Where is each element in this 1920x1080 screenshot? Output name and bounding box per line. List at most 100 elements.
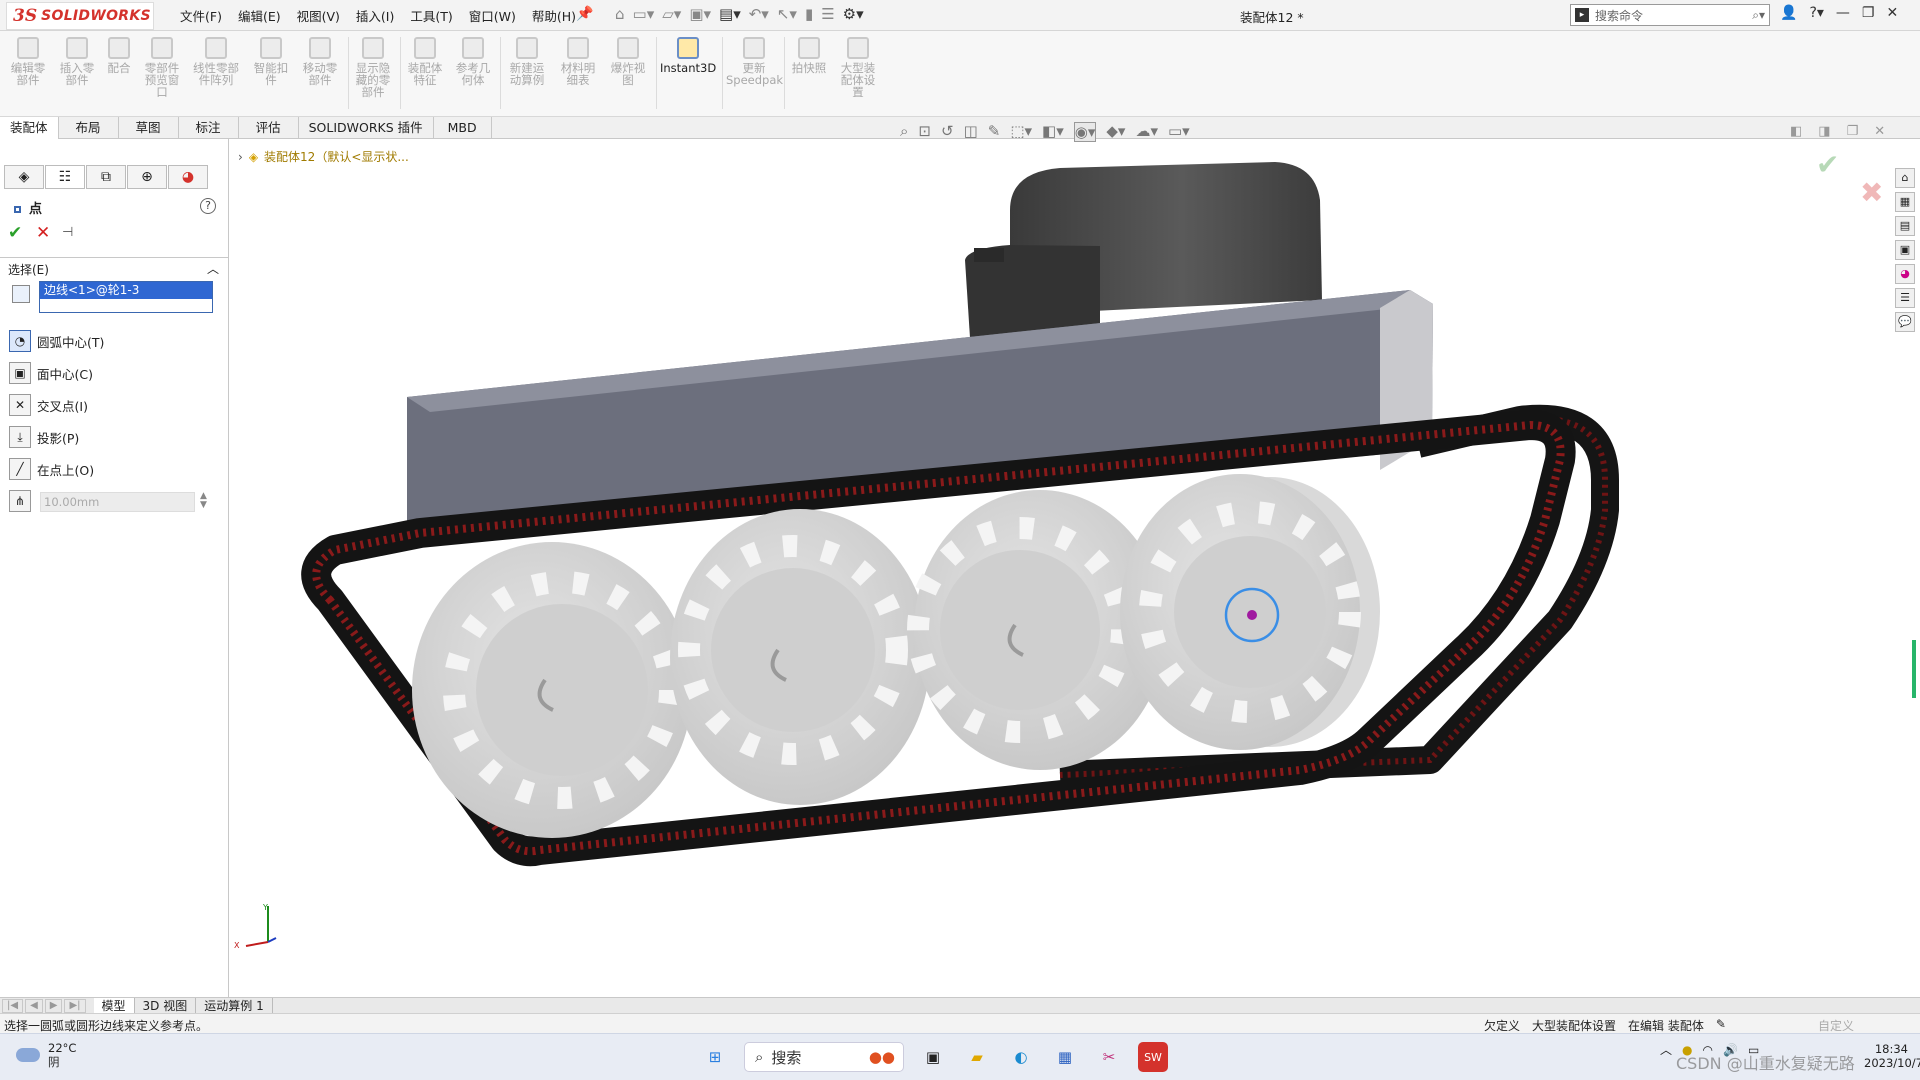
- last-tab-nav-icon[interactable]: ▶|: [64, 998, 86, 1013]
- property-manager-tab-icon[interactable]: ☷: [45, 165, 85, 189]
- print-icon[interactable]: ▤▾: [719, 5, 741, 23]
- design-library-icon[interactable]: ▦: [1895, 192, 1915, 212]
- user-icon[interactable]: 👤: [1780, 5, 1797, 21]
- maximize-pane-icon[interactable]: ❐: [1847, 124, 1859, 139]
- new-motion-study-button[interactable]: 新建运 动算例: [504, 37, 550, 86]
- solidworks-taskbar-icon[interactable]: SW: [1138, 1042, 1168, 1072]
- ok-check-icon[interactable]: ✔: [8, 223, 22, 243]
- tab-evaluate[interactable]: 评估: [239, 117, 299, 139]
- close-icon[interactable]: ✕: [1886, 5, 1898, 21]
- mate-button[interactable]: 配合: [103, 37, 135, 74]
- expand-arrow-icon[interactable]: ›: [238, 150, 243, 164]
- move-component-button[interactable]: 移动零 部件: [298, 37, 342, 86]
- distance-spinner-icon[interactable]: ▲ ▼: [200, 492, 207, 510]
- appearances-icon[interactable]: ◕: [1895, 264, 1915, 284]
- feature-tree-flyout[interactable]: › ◈ 装配体12（默认<显示状...: [238, 148, 409, 165]
- tab-model[interactable]: 模型: [93, 997, 135, 1014]
- take-snapshot-button[interactable]: 拍快照: [788, 37, 830, 74]
- help-icon[interactable]: ?: [200, 198, 216, 214]
- open-file-icon[interactable]: ▱▾: [662, 5, 681, 23]
- view-palette-icon[interactable]: ▣: [1895, 240, 1915, 260]
- display-style-icon[interactable]: ◧▾: [1042, 122, 1064, 142]
- snipping-tool-icon[interactable]: ✂: [1094, 1042, 1124, 1072]
- road-wheel-1[interactable]: [412, 542, 692, 838]
- previous-view-icon[interactable]: ↺: [941, 122, 954, 142]
- file-explorer-icon[interactable]: ▤: [1895, 216, 1915, 236]
- keep-visible-pin-icon[interactable]: ⊣: [62, 225, 73, 240]
- rebuild-icon[interactable]: ▮: [805, 5, 813, 23]
- pin-menu-icon[interactable]: 📌: [576, 6, 593, 22]
- search-icon[interactable]: ⌕▾: [1752, 8, 1765, 23]
- insert-component-button[interactable]: 插入零 部件: [55, 37, 99, 86]
- reference-geometry-button[interactable]: 参考几 何体: [452, 37, 494, 86]
- view-scroll-indicator[interactable]: [1912, 640, 1916, 698]
- display-manager-tab-icon[interactable]: ◕: [168, 165, 208, 189]
- instant3d-button[interactable]: Instant3D: [660, 37, 716, 74]
- apply-scene-icon[interactable]: ☁▾: [1135, 122, 1158, 142]
- reference-selection-box[interactable]: 边线<1>@轮1-3: [39, 281, 213, 313]
- configuration-manager-tab-icon[interactable]: ⧉: [86, 165, 126, 189]
- split-pane-icon[interactable]: ◨: [1818, 124, 1830, 139]
- edit-appearance-icon[interactable]: ◆▾: [1106, 122, 1125, 142]
- edge-browser-icon[interactable]: ◐: [1006, 1042, 1036, 1072]
- view-settings-icon[interactable]: ▭▾: [1168, 122, 1190, 142]
- arc-center-option[interactable]: ◔ 圆弧中心(T): [9, 330, 104, 352]
- edit-component-button[interactable]: 编辑零 部件: [8, 37, 48, 86]
- undo-icon[interactable]: ↶▾: [749, 5, 769, 23]
- feature-manager-tab-icon[interactable]: ◈: [4, 165, 44, 189]
- select-icon[interactable]: ↖▾: [777, 5, 797, 23]
- restore-pane-icon[interactable]: ◧: [1790, 124, 1802, 139]
- system-clock[interactable]: 18:34 2023/10/7: [1864, 1042, 1920, 1070]
- projection-option[interactable]: ⤓ 投影(P): [9, 426, 79, 448]
- next-tab-nav-icon[interactable]: ▶: [44, 998, 63, 1013]
- tank-assembly-model[interactable]: Y X: [230, 139, 1920, 997]
- on-point-option[interactable]: ╱ 在点上(O): [9, 458, 94, 480]
- distance-input[interactable]: 10.00mm: [40, 492, 195, 512]
- update-speedpak-button[interactable]: 更新 Speedpak: [726, 37, 783, 86]
- intersection-option[interactable]: ✕ 交叉点(I): [9, 394, 88, 416]
- selection-group-header[interactable]: 选择(E) ︿: [0, 257, 229, 277]
- menu-edit[interactable]: 编辑(E): [238, 6, 281, 25]
- restore-icon[interactable]: ❐: [1862, 5, 1875, 21]
- component-preview-button[interactable]: 零部件 预览窗 口: [140, 37, 184, 98]
- weather-widget[interactable]: 22°C 阴: [16, 1041, 76, 1069]
- large-assembly-settings-status[interactable]: 大型装配体设置: [1532, 1017, 1616, 1034]
- large-assembly-settings-button[interactable]: 大型装 配体设 置: [834, 37, 882, 98]
- close-pane-icon[interactable]: ✕: [1874, 124, 1885, 139]
- tab-layout[interactable]: 布局: [59, 117, 119, 139]
- view-orientation-icon[interactable]: ⬚▾: [1010, 122, 1032, 142]
- bill-of-materials-button[interactable]: 材料明 细表: [556, 37, 600, 86]
- zoom-to-area-icon[interactable]: ⊡: [918, 122, 931, 142]
- taskbar-search-box[interactable]: ⌕ 搜索 ●●: [744, 1042, 904, 1072]
- cancel-x-icon[interactable]: ✕: [36, 223, 50, 243]
- tab-motion-study-1[interactable]: 运动算例 1: [196, 997, 273, 1014]
- search-commands-input[interactable]: ▸ 搜索命令 ⌕▾: [1570, 4, 1770, 26]
- zoom-to-fit-icon[interactable]: ⌕: [900, 122, 908, 142]
- menu-insert[interactable]: 插入(I): [356, 6, 394, 25]
- exploded-view-button[interactable]: 爆炸视 图: [606, 37, 650, 86]
- linear-pattern-button[interactable]: 线性零部 件阵列: [188, 37, 244, 86]
- custom-properties-icon[interactable]: ☰: [1895, 288, 1915, 308]
- confirm-ok-check-icon[interactable]: ✔: [1816, 148, 1839, 181]
- tab-3d-view[interactable]: 3D 视图: [135, 997, 197, 1014]
- minimize-icon[interactable]: —: [1836, 5, 1850, 21]
- tab-solidworks-addins[interactable]: SOLIDWORKS 插件: [299, 117, 434, 139]
- forum-icon[interactable]: 💬: [1895, 312, 1915, 332]
- tab-markup[interactable]: 标注: [179, 117, 239, 139]
- menu-view[interactable]: 视图(V): [297, 6, 340, 25]
- save-icon[interactable]: ▣▾: [689, 5, 711, 23]
- file-explorer-app-icon[interactable]: ▰: [962, 1042, 992, 1072]
- help-icon[interactable]: ?▾: [1809, 5, 1823, 21]
- rebuild-indicator-icon[interactable]: ✎: [1716, 1017, 1726, 1034]
- windows-start-icon[interactable]: ⊞: [700, 1042, 730, 1072]
- menu-file[interactable]: 文件(F): [180, 6, 222, 25]
- menu-tools[interactable]: 工具(T): [410, 6, 452, 25]
- show-hidden-components-button[interactable]: 显示隐 藏的零 部件: [352, 37, 394, 98]
- first-tab-nav-icon[interactable]: |◀: [2, 998, 24, 1013]
- show-hidden-icons-chevron-icon[interactable]: ︿: [1660, 1041, 1672, 1058]
- file-properties-icon[interactable]: ☰: [821, 5, 834, 23]
- search-scope-icon[interactable]: ▸: [1575, 8, 1589, 22]
- solidworks-resources-icon[interactable]: ⌂: [1895, 168, 1915, 188]
- chevron-up-icon[interactable]: ︿: [207, 260, 219, 277]
- units-custom-status[interactable]: 自定义: [1818, 1017, 1854, 1034]
